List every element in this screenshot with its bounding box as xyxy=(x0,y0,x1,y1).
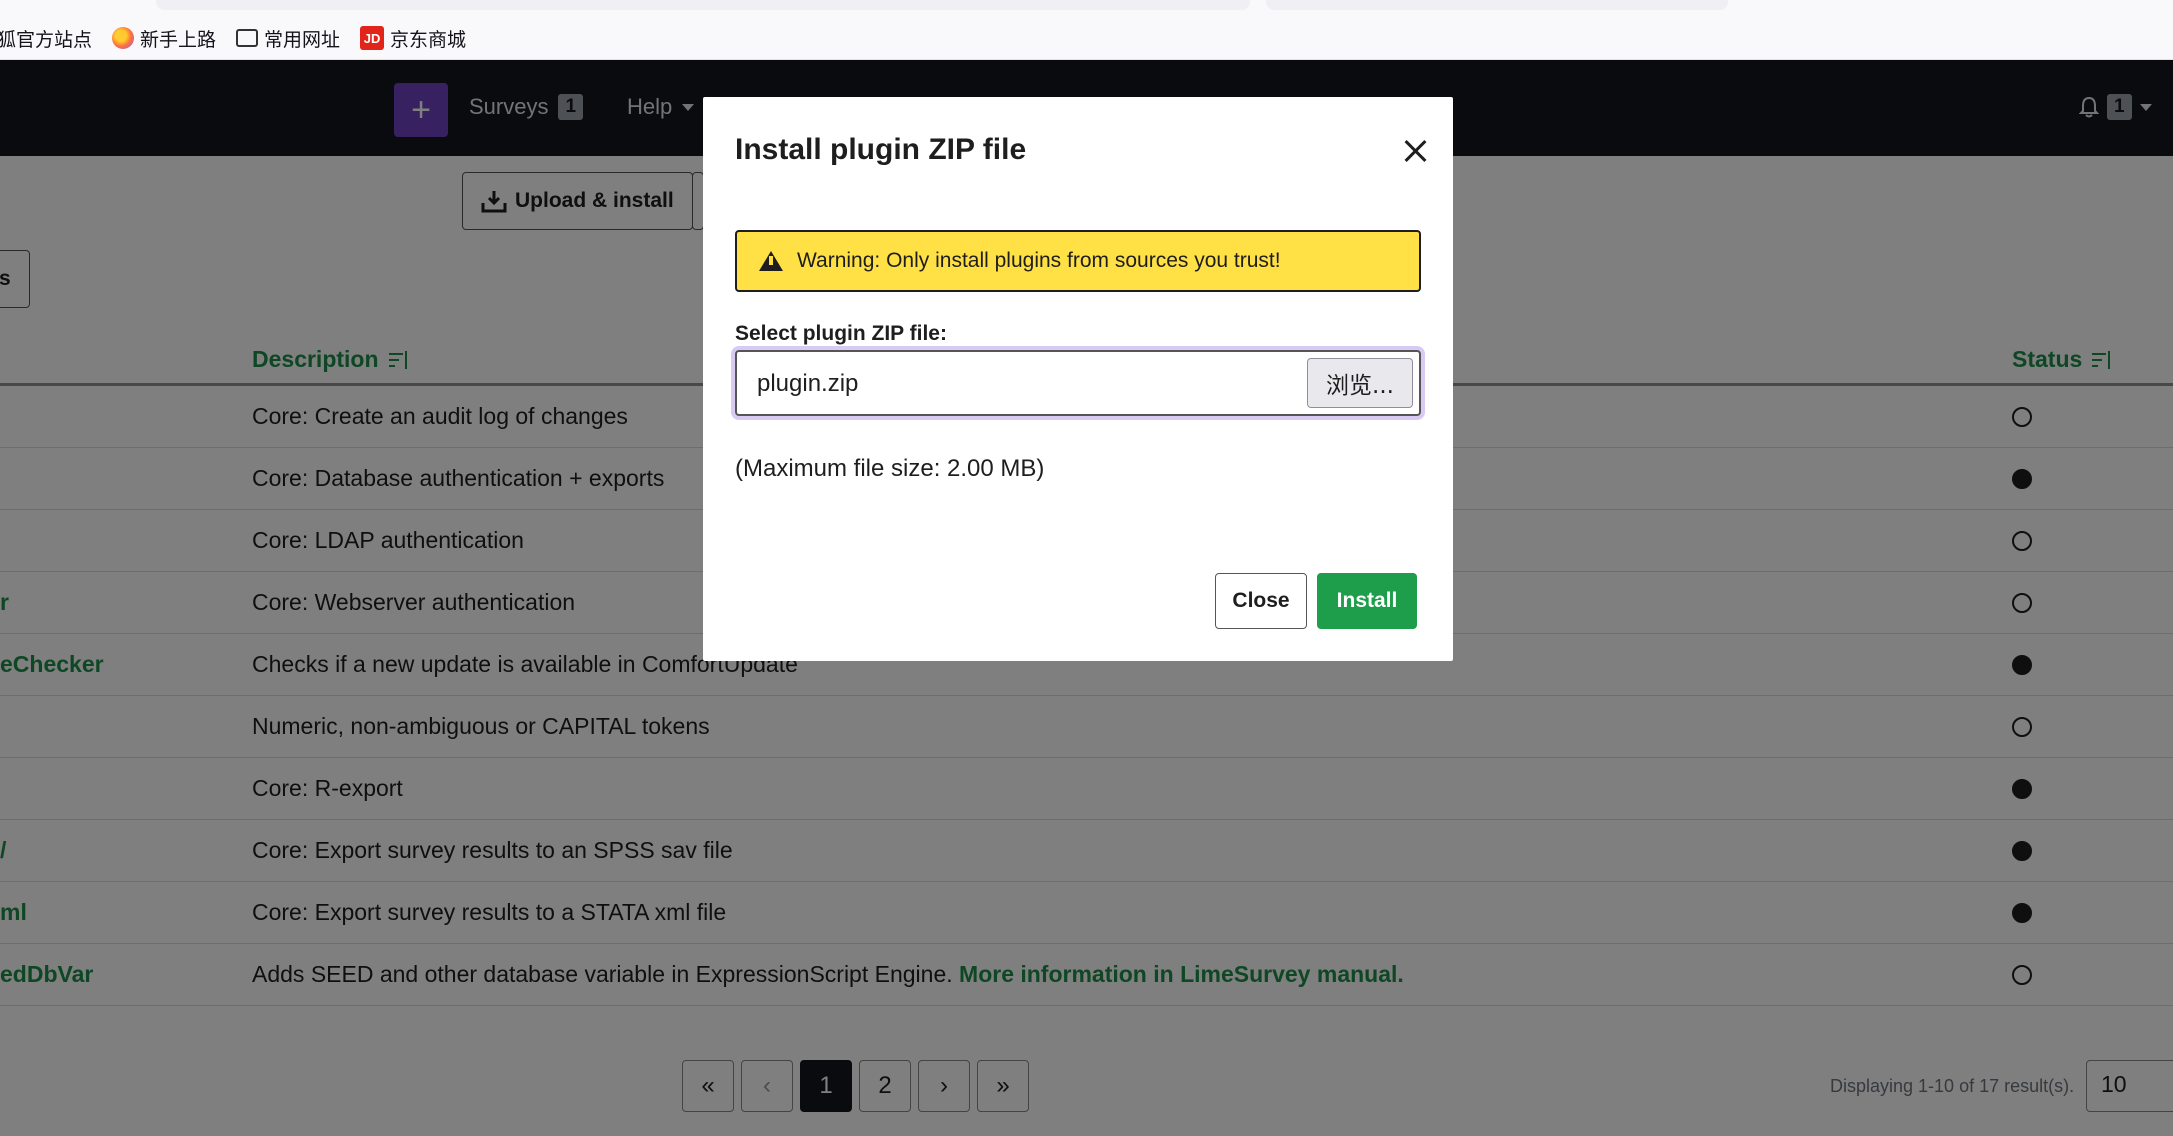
bookmark-label: 京东商城 xyxy=(390,28,467,51)
selected-file-name: plugin.zip xyxy=(757,370,859,397)
bookmark-label: 常用网址 xyxy=(264,28,341,51)
install-plugin-modal: Install plugin ZIP file Warning: Only in… xyxy=(703,97,1453,661)
folder-icon xyxy=(236,29,259,47)
close-icon[interactable] xyxy=(1401,137,1429,165)
plugin-file-input[interactable]: plugin.zip 浏览... xyxy=(735,350,1421,416)
firefox-icon xyxy=(112,27,135,49)
file-field-label: Select plugin ZIP file: xyxy=(735,322,947,345)
address-bar[interactable] xyxy=(156,0,1250,10)
bookmark-jd[interactable]: JD 京东商城 xyxy=(360,25,466,52)
bookmark-official[interactable]: 火狐官方站点 xyxy=(0,25,92,52)
warning-icon xyxy=(759,251,783,271)
warning-alert: Warning: Only install plugins from sourc… xyxy=(735,230,1421,292)
browse-button[interactable]: 浏览... xyxy=(1307,358,1413,408)
bookmarks-bar: 火狐官方站点 新手上路 常用网址 JD 京东商城 xyxy=(0,24,486,52)
bookmark-common-sites[interactable]: 常用网址 xyxy=(236,25,340,52)
modal-title: Install plugin ZIP file xyxy=(735,133,1027,166)
bookmark-label: 新手上路 xyxy=(140,28,217,51)
max-file-size-note: (Maximum file size: 2.00 MB) xyxy=(735,455,1045,482)
bookmark-label: 火狐官方站点 xyxy=(0,28,93,51)
warning-text: Warning: Only install plugins from sourc… xyxy=(797,249,1281,272)
install-button[interactable]: Install xyxy=(1317,573,1417,629)
jd-icon: JD xyxy=(360,26,385,50)
bookmark-getting-started[interactable]: 新手上路 xyxy=(112,25,216,52)
close-button[interactable]: Close xyxy=(1215,573,1307,629)
search-bar[interactable] xyxy=(1266,0,1728,10)
browser-toolbar: 火狐官方站点 新手上路 常用网址 JD 京东商城 xyxy=(0,0,2173,60)
